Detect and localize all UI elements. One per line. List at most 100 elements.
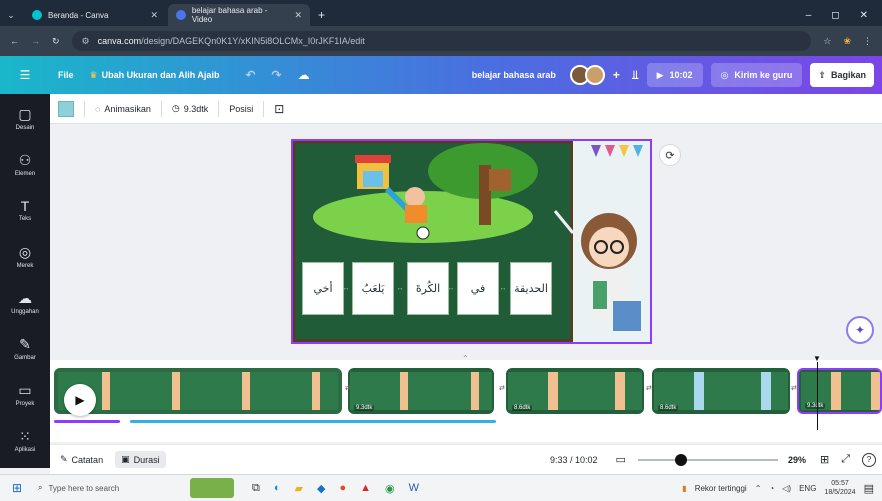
magic-sparkle-icon[interactable]: ✦ <box>846 316 874 344</box>
taskbar-search[interactable]: ⌕ Type here to search <box>34 483 184 493</box>
bookmark-star-icon[interactable]: ☆ <box>823 36 831 47</box>
design-title[interactable]: belajar bahasa arab <box>472 70 556 80</box>
add-collaborator-button[interactable]: + <box>613 68 620 82</box>
transition-icon[interactable]: ⇄ <box>499 384 505 392</box>
play-button[interactable]: ▶ <box>64 384 96 416</box>
word-card[interactable]: يَلعَبُ <box>352 262 394 315</box>
timeline-clip[interactable] <box>54 368 342 414</box>
sidebar-item-proyek[interactable]: ▭ Proyek <box>0 382 50 407</box>
edge-icon[interactable]: ◐ <box>274 482 281 495</box>
divider <box>160 100 162 117</box>
refresh-comment-icon[interactable]: ⟳ <box>659 144 681 166</box>
share-button[interactable]: ⇪ Bagikan <box>810 63 874 87</box>
tab-close-icon[interactable]: ✕ <box>294 10 302 21</box>
url-field[interactable]: ⚙ canva.com /design/DAGEKQn0K1Y/xKIN5i8O… <box>71 31 812 51</box>
store-icon[interactable]: ◆ <box>317 482 325 495</box>
sidebar-item-label: Teks <box>18 216 32 222</box>
grid-view-icon[interactable]: ⊞ <box>820 453 829 466</box>
pages-view-icon[interactable]: ▭ <box>616 453 626 466</box>
context-toolbar: ◌ Animasikan ◷ 9.3dtk Posisi ⊡ <box>50 94 882 124</box>
transition-icon[interactable]: ⇄ <box>345 384 351 392</box>
extension-icon[interactable]: ❀ <box>843 36 851 47</box>
pdf-icon[interactable]: ▲ <box>360 482 371 495</box>
tab-video[interactable]: belajar bahasa arab - Video ✕ <box>168 4 310 26</box>
slide-canvas[interactable]: الحديقة ↔ في ↔ الكُرةَ ↔ يَلعَبُ ↔ أخي <box>291 139 652 344</box>
file-explorer-icon[interactable]: ▰ <box>295 482 303 495</box>
color-swatch[interactable] <box>58 100 74 117</box>
tab-search-icon[interactable]: ⌄ <box>0 4 22 26</box>
sidebar-item-teks[interactable]: T Teks <box>0 198 50 222</box>
transition-icon[interactable]: ⇄ <box>646 384 652 392</box>
timeline-clip[interactable]: 8.6dtk <box>506 368 644 414</box>
transition-icon[interactable]: ⇄ <box>791 384 797 392</box>
tray-chevron-icon[interactable]: ⌃ <box>755 484 762 493</box>
clip-thumbnails <box>58 372 338 410</box>
resize-button[interactable]: ♛ Ubah Ukuran dan Alih Ajaib <box>82 70 228 81</box>
zoom-slider[interactable] <box>637 453 778 467</box>
notes-button[interactable]: ✎ Catatan <box>60 454 103 465</box>
zoom-knob[interactable] <box>674 453 687 466</box>
news-ticker[interactable]: Rekor tertinggi <box>695 484 747 493</box>
help-button[interactable]: ? <box>862 452 876 467</box>
duration-toggle[interactable]: ▣ Durasi <box>115 451 166 468</box>
window-close-button[interactable]: ✕ <box>860 10 868 21</box>
clock[interactable]: 05:57 18/5/2024 <box>824 479 855 497</box>
analytics-icon[interactable]: ⫫ <box>632 68 639 83</box>
forward-icon[interactable]: → <box>31 36 40 46</box>
fullscreen-icon[interactable]: ⤢ <box>841 453 850 466</box>
playhead-line[interactable] <box>817 362 818 430</box>
canva-favicon-icon <box>176 10 186 20</box>
word-card[interactable]: الكُرةَ <box>407 262 449 315</box>
duration-button[interactable]: ◷ 9.3dtk <box>172 103 208 114</box>
timeline-clip-selected[interactable]: 9.3dtk <box>797 368 882 414</box>
reload-icon[interactable]: ↻ <box>52 36 60 47</box>
position-button[interactable]: Posisi <box>229 104 253 114</box>
site-info-icon[interactable]: ⚙ <box>82 36 90 47</box>
sidebar-item-merek[interactable]: ◎ Merek <box>0 244 50 269</box>
address-bar-row: ← → ↻ ⚙ canva.com /design/DAGEKQn0K1Y/xK… <box>0 26 882 56</box>
timeline-collapse-icon[interactable]: ⌃ <box>462 354 469 363</box>
tab-close-icon[interactable]: ✕ <box>150 10 158 21</box>
weather-tree-icon[interactable] <box>190 478 234 498</box>
cloud-save-icon[interactable]: ☁ <box>290 68 318 82</box>
send-teacher-button[interactable]: ◎ Kirim ke guru <box>710 63 803 87</box>
sidebar-item-unggahan[interactable]: ☁ Unggahan <box>0 290 50 315</box>
animate-button[interactable]: ◌ Animasikan <box>95 104 151 114</box>
sidebar-item-elemen[interactable]: ⚇ Elemen <box>0 152 50 177</box>
zoom-percent[interactable]: 29% <box>788 455 806 465</box>
present-button[interactable]: ▶ 10:02 <box>646 63 703 87</box>
network-icon[interactable]: ◔ <box>769 484 774 493</box>
audio-track-purple[interactable] <box>54 420 120 423</box>
collaborator-avatars[interactable] <box>569 65 605 85</box>
avatar[interactable] <box>584 65 605 85</box>
back-icon[interactable]: ← <box>10 36 19 46</box>
notification-icon[interactable]: ▤ <box>864 482 874 495</box>
task-view-icon[interactable]: ⧉ <box>252 482 260 495</box>
word-card[interactable]: في <box>457 262 499 315</box>
language-indicator[interactable]: ENG <box>799 484 816 493</box>
sidebar-item-gambar[interactable]: ✎ Gambar <box>0 336 50 361</box>
windows-start-icon[interactable]: ⊞ <box>0 481 34 495</box>
audio-track-blue[interactable] <box>130 420 496 423</box>
browser-menu-icon[interactable]: ⋮ <box>863 36 872 47</box>
word-card[interactable]: أخي <box>302 262 344 315</box>
menu-icon[interactable]: ☰ <box>0 68 50 82</box>
sidebar-item-desain[interactable]: ▢ Desain <box>0 106 50 131</box>
new-tab-button[interactable]: + <box>310 4 333 26</box>
redo-button[interactable]: ↷ <box>264 68 290 82</box>
chrome-icon[interactable]: ◉ <box>385 482 395 495</box>
word-icon[interactable]: W <box>409 482 419 495</box>
lock-icon[interactable]: ⊡ <box>274 102 284 116</box>
volume-icon[interactable]: ◁) <box>782 484 791 493</box>
sidebar-item-label: Merek <box>16 263 34 269</box>
window-minimize-button[interactable]: – <box>806 10 812 21</box>
sidebar-item-aplikasi[interactable]: ⁙ Aplikasi <box>0 428 50 453</box>
app-icon[interactable]: ● <box>339 482 346 495</box>
timeline-clip[interactable]: 8.6dtk <box>652 368 790 414</box>
timeline-clip[interactable]: 9.3dtk <box>348 368 494 414</box>
undo-button[interactable]: ↶ <box>237 68 263 82</box>
tab-beranda[interactable]: Beranda - Canva ✕ <box>24 4 166 26</box>
file-menu-button[interactable]: File <box>50 70 82 80</box>
word-card[interactable]: الحديقة <box>510 262 552 315</box>
window-maximize-button[interactable]: ◻ <box>831 10 839 21</box>
